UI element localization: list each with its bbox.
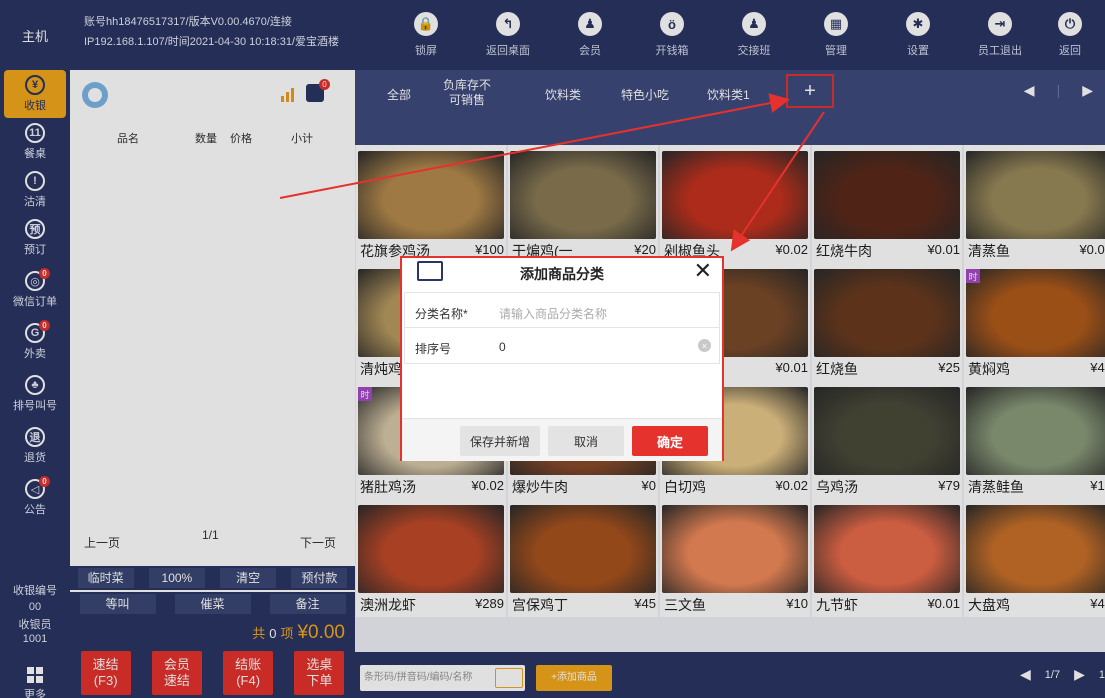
annotation-arrow-2: [730, 111, 825, 252]
annotation-arrows: [279, 93, 825, 252]
annotation-arrow-1: [279, 93, 790, 199]
